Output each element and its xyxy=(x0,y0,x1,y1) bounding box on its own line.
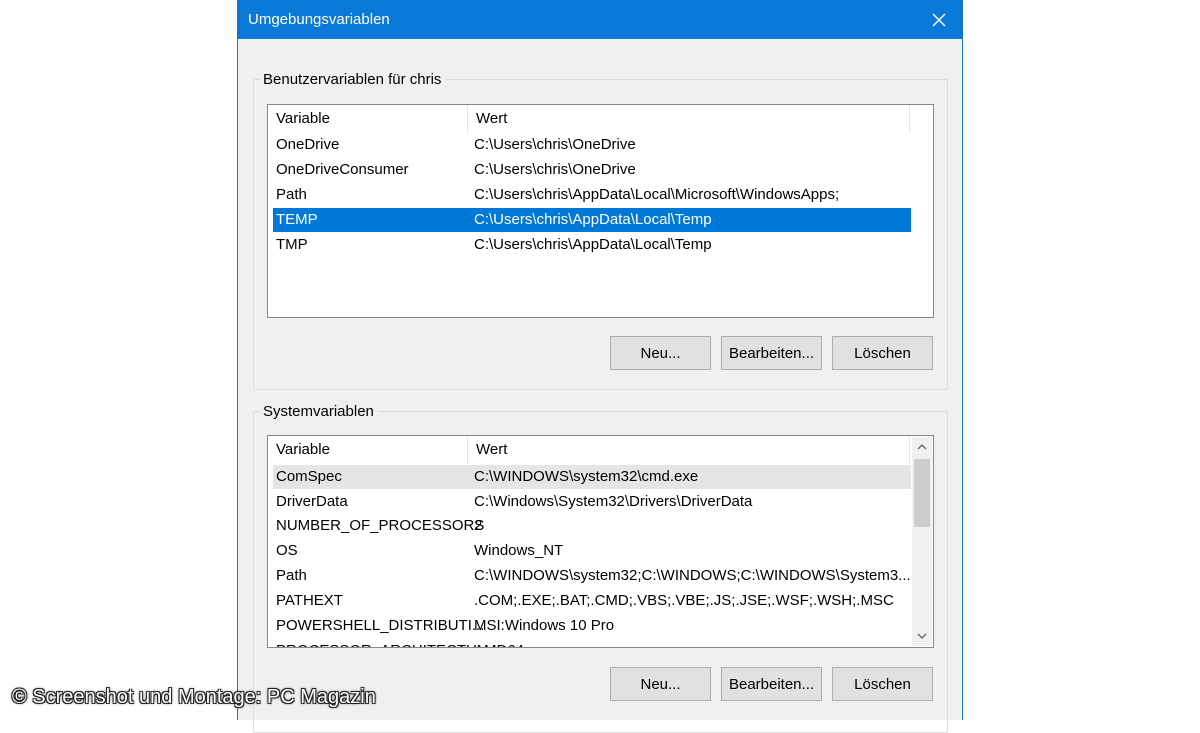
system-variables-label: Systemvariablen xyxy=(263,403,374,420)
user-variables-label: Benutzervariablen für chris xyxy=(263,71,442,88)
system-edit-button[interactable]: Bearbeiten... xyxy=(721,667,822,701)
variable-name: ComSpec xyxy=(276,468,342,485)
variable-value: .COM;.EXE;.BAT;.CMD;.VBS;.VBE;.JS;.JSE;.… xyxy=(474,592,894,609)
list-row-path[interactable]: Path C:\Users\chris\AppData\Local\Micros… xyxy=(273,183,911,207)
list-row-os[interactable]: OS Windows_NT xyxy=(273,539,911,563)
variable-name: PATHEXT xyxy=(276,592,343,609)
variable-name: NUMBER_OF_PROCESSORS xyxy=(276,517,485,534)
window-title: Umgebungsvariablen xyxy=(248,11,390,28)
variable-value: C:\Users\chris\AppData\Local\Microsoft\W… xyxy=(474,186,840,203)
copyright-watermark: © Screenshot und Montage: PC Magazin xyxy=(12,686,376,708)
variable-value: MSI:Windows 10 Pro xyxy=(474,617,615,634)
variable-value: C:\Users\chris\AppData\Local\Temp xyxy=(474,211,712,228)
variable-name: Path xyxy=(276,567,307,584)
variable-name: Path xyxy=(276,186,307,203)
variable-name: PROCESSOR_ARCHITECTU... xyxy=(276,639,489,647)
variable-name: OneDrive xyxy=(276,136,340,153)
user-variables-list[interactable]: Variable Wert OneDrive C:\Users\chris\On… xyxy=(267,104,934,318)
variable-value: C:\WINDOWS\system32\cmd.exe xyxy=(474,468,699,485)
list-row-path[interactable]: Path C:\WINDOWS\system32;C:\WINDOWS;C:\W… xyxy=(273,564,911,588)
variable-value: C:\Users\chris\OneDrive xyxy=(474,136,636,153)
variable-name: OneDriveConsumer xyxy=(276,161,409,178)
variable-name: DriverData xyxy=(276,493,348,510)
variable-value: C:\Users\chris\AppData\Local\Temp xyxy=(474,236,712,253)
chevron-down-icon xyxy=(917,633,927,639)
variable-value: C:\Windows\System32\Drivers\DriverData xyxy=(474,493,753,510)
scrollbar-thumb[interactable] xyxy=(914,459,930,527)
list-row-temp-selected[interactable]: TEMP C:\Users\chris\AppData\Local\Temp xyxy=(273,208,911,232)
system-delete-button[interactable]: Löschen xyxy=(832,667,933,701)
list-row-number-of-processors[interactable]: NUMBER_OF_PROCESSORS 2 xyxy=(273,514,911,538)
environment-variables-dialog: Umgebungsvariablen Benutzervariablen für… xyxy=(237,0,963,733)
variable-name: OS xyxy=(276,542,298,559)
scroll-down-button[interactable] xyxy=(912,626,932,646)
variable-value: C:\Users\chris\OneDrive xyxy=(474,161,636,178)
column-header-value[interactable]: Wert xyxy=(468,436,910,464)
column-header-variable[interactable]: Variable xyxy=(268,436,468,464)
variable-value: 2 xyxy=(474,517,483,534)
chevron-up-icon xyxy=(917,444,927,450)
variable-value: AMD64 xyxy=(474,639,524,647)
list-row-driverdata[interactable]: DriverData C:\Windows\System32\Drivers\D… xyxy=(273,490,911,514)
user-new-button[interactable]: Neu... xyxy=(610,336,711,370)
variable-name: POWERSHELL_DISTRIBUTI... xyxy=(276,617,485,634)
close-icon xyxy=(932,13,946,26)
list-row-comspec[interactable]: ComSpec C:\WINDOWS\system32\cmd.exe xyxy=(273,465,911,489)
variable-name: TEMP xyxy=(276,211,318,228)
list-row-onedriveconsumer[interactable]: OneDriveConsumer C:\Users\chris\OneDrive xyxy=(273,158,911,182)
list-row-powershell-distribution[interactable]: POWERSHELL_DISTRIBUTI... MSI:Windows 10 … xyxy=(273,614,911,638)
list-row-onedrive[interactable]: OneDrive C:\Users\chris\OneDrive xyxy=(273,133,911,157)
variable-name: TMP xyxy=(276,236,308,253)
list-row-tmp[interactable]: TMP C:\Users\chris\AppData\Local\Temp xyxy=(273,233,911,257)
variable-value: Windows_NT xyxy=(474,542,564,559)
list-header: Variable Wert xyxy=(268,436,933,464)
list-row-processor-architecture[interactable]: PROCESSOR_ARCHITECTU... AMD64 xyxy=(273,639,911,647)
title-bar: Umgebungsvariablen xyxy=(238,0,962,39)
user-edit-button[interactable]: Bearbeiten... xyxy=(721,336,822,370)
system-variables-list[interactable]: Variable Wert ComSpec C:\WINDOWS\system3… xyxy=(267,435,934,648)
column-header-variable[interactable]: Variable xyxy=(268,105,468,133)
close-button[interactable] xyxy=(916,0,962,39)
column-header-value[interactable]: Wert xyxy=(468,105,910,133)
scroll-up-button[interactable] xyxy=(912,437,932,457)
user-delete-button[interactable]: Löschen xyxy=(832,336,933,370)
variable-value: C:\WINDOWS\system32;C:\WINDOWS;C:\WINDOW… xyxy=(474,567,911,584)
system-new-button[interactable]: Neu... xyxy=(610,667,711,701)
list-header: Variable Wert xyxy=(268,105,933,133)
vertical-scrollbar[interactable] xyxy=(912,437,932,646)
list-row-pathext[interactable]: PATHEXT .COM;.EXE;.BAT;.CMD;.VBS;.VBE;.J… xyxy=(273,589,911,613)
